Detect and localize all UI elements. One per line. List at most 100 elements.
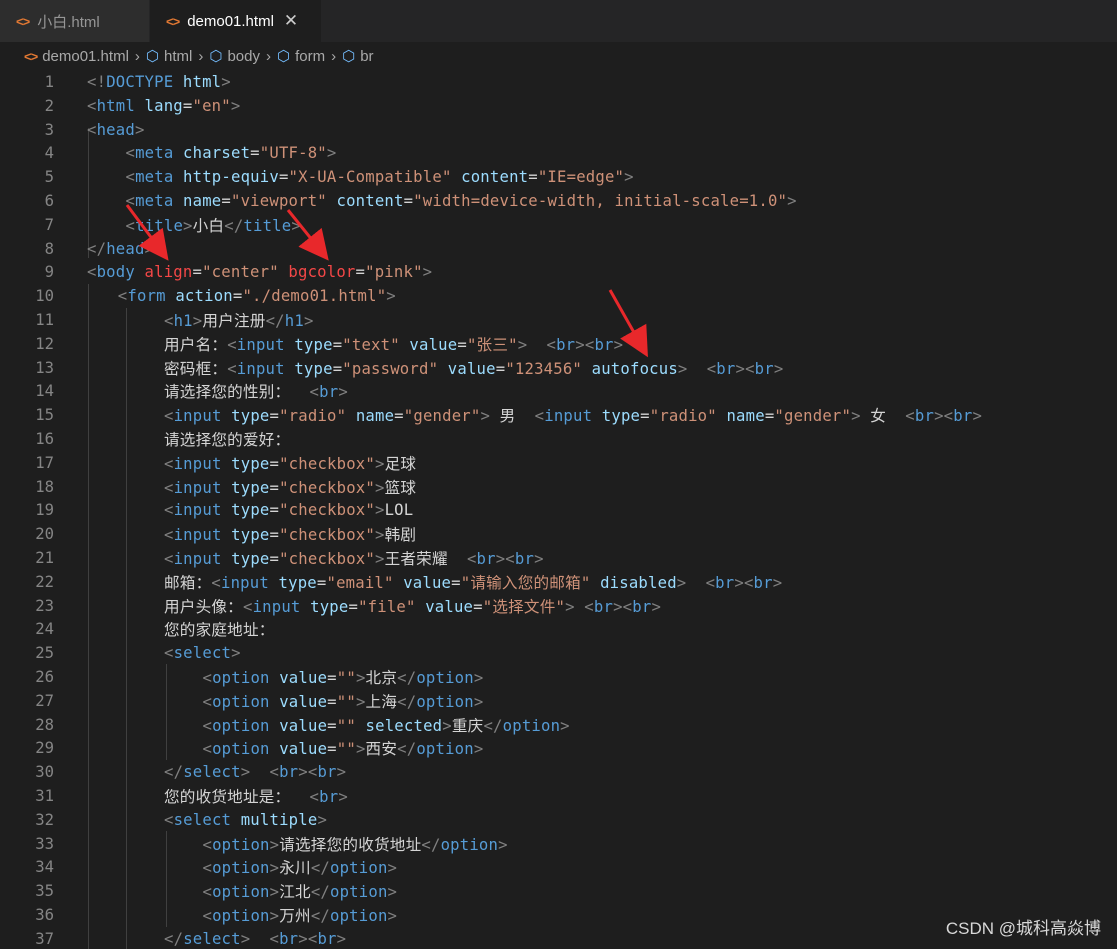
code-token: < <box>164 501 174 520</box>
code-token: = <box>182 96 193 115</box>
code-line[interactable]: 5 <meta http-equiv="X-UA-Compatible" cont… <box>0 165 1117 189</box>
tab-demo01-html[interactable]: <> demo01.html ✕ <box>150 0 322 42</box>
code-line[interactable]: 24 您的家庭地址： <box>0 617 1117 641</box>
breadcrumb-file[interactable]: <> demo01.html <box>24 48 129 65</box>
code-text: <input type="checkbox">韩剧 <box>164 523 416 545</box>
code-token: autofocus <box>591 359 678 378</box>
code-text: <option>江北</option> <box>203 880 398 902</box>
code-line[interactable]: 15 <input type="radio" name="gender"> 男 <… <box>0 403 1117 427</box>
code-line[interactable]: 6 <meta name="viewport" content="width=de… <box>0 189 1117 213</box>
code-line[interactable]: 21 <input type="checkbox">王者荣耀 <br><br> <box>0 546 1117 570</box>
tab-xiaobai-html[interactable]: <> 小白.html <box>0 0 150 42</box>
code-token: = <box>348 597 359 616</box>
code-token: title <box>135 216 184 235</box>
chevron-right-icon: › <box>266 47 271 65</box>
code-token: > <box>772 573 783 592</box>
code-line[interactable]: 25 <select> <box>0 641 1117 665</box>
html-file-icon: <> <box>24 48 38 64</box>
code-line[interactable]: 18 <input type="checkbox">篮球 <box>0 475 1117 499</box>
line-number: 26 <box>35 668 54 686</box>
code-editor[interactable]: 1 <!DOCTYPE html> 2 <html lang="en"> 3 <head>… <box>0 70 1117 949</box>
breadcrumb-br[interactable]: ⬡ br <box>342 47 373 66</box>
code-line[interactable]: 2 <html lang="en"> <box>0 94 1117 118</box>
code-token: head <box>96 120 135 139</box>
code-line[interactable]: 35 <option>江北</option> <box>0 879 1117 903</box>
code-token: 万州 <box>279 907 311 925</box>
code-token: = <box>327 692 337 711</box>
code-text: <form action="./demo01.html"> <box>118 287 396 305</box>
code-line[interactable]: 7 <title>小白</title> <box>0 213 1117 237</box>
code-line[interactable]: 16 请选择您的爱好： <box>0 427 1117 451</box>
code-line[interactable]: 26 <option value="">北京</option> <box>0 665 1117 689</box>
code-line[interactable]: 10 <form action="./demo01.html"> <box>0 284 1117 308</box>
code-text: <meta charset="UTF-8"> <box>126 144 337 162</box>
element-cube-icon: ⬡ <box>209 48 223 65</box>
code-line[interactable]: 29 <option value="">西安</option> <box>0 736 1117 760</box>
code-token: > <box>387 859 398 878</box>
code-line[interactable]: 3 <head> <box>0 118 1117 142</box>
code-token: type <box>231 550 270 568</box>
code-line[interactable]: 33 <option>请选择您的收货地址</option> <box>0 832 1117 856</box>
code-token: < <box>164 312 174 330</box>
code-token: 西安 <box>365 740 398 759</box>
code-token: name <box>355 407 395 426</box>
code-token: content <box>461 168 529 187</box>
code-line[interactable]: 14 请选择您的性别： <br> <box>0 379 1117 403</box>
line-number: 29 <box>35 739 54 758</box>
code-token: 小白 <box>192 216 225 235</box>
code-token: < <box>227 335 237 354</box>
line-number: 4 <box>44 144 54 163</box>
code-line[interactable]: 1 <!DOCTYPE html> <box>0 70 1117 94</box>
code-text: 用户头像：<input type="file" value="选择文件"> <b… <box>164 595 661 617</box>
code-token: > <box>291 216 301 235</box>
code-token: option <box>212 669 270 687</box>
code-line[interactable]: 23 用户头像：<input type="file" value="选择文件"> … <box>0 594 1117 618</box>
code-line[interactable]: 30 </select> <br><br> <box>0 760 1117 784</box>
code-token: = <box>640 407 650 426</box>
code-token: select <box>183 763 241 782</box>
code-text: 请选择您的性别： <br> <box>164 380 348 402</box>
code-line[interactable]: 20 <input type="checkbox">韩剧 <box>0 522 1117 546</box>
code-line[interactable]: 17 <input type="checkbox">足球 <box>0 451 1117 475</box>
code-token: </ <box>310 907 330 925</box>
code-line[interactable]: 12 用户名：<input type="text" value="张三"> <br… <box>0 332 1117 356</box>
code-token: > <box>560 716 570 735</box>
breadcrumb-body[interactable]: ⬡ body <box>209 47 260 66</box>
code-token: input <box>236 359 285 378</box>
line-number: 34 <box>35 858 54 877</box>
code-text: 您的收货地址是： <br> <box>164 785 348 807</box>
breadcrumb-html[interactable]: ⬡ html <box>146 47 192 66</box>
code-token: = <box>457 335 467 354</box>
code-line[interactable]: 28 <option value="" selected>重庆</option> <box>0 713 1117 737</box>
code-line[interactable]: 4 <meta charset="UTF-8"> <box>0 141 1117 165</box>
code-line[interactable]: 11 <h1>用户注册</h1> <box>0 308 1117 332</box>
code-line[interactable]: 31 您的收货地址是： <br> <box>0 784 1117 808</box>
code-text: </head> <box>87 240 154 258</box>
chevron-right-icon: › <box>198 47 204 65</box>
code-token: > <box>473 692 484 711</box>
code-line[interactable]: 27 <option value="">上海</option> <box>0 689 1117 713</box>
code-line[interactable]: 34 <option>永川</option> <box>0 855 1117 879</box>
code-line[interactable]: 8 </head> <box>0 237 1117 261</box>
close-icon[interactable]: ✕ <box>284 11 298 31</box>
code-line[interactable]: 19 <input type="checkbox">LOL <box>0 498 1117 522</box>
line-number: 14 <box>35 382 54 401</box>
code-token: > <box>473 740 484 759</box>
code-token: < <box>87 263 97 282</box>
code-token: option <box>212 907 270 925</box>
code-token: >< <box>575 335 595 354</box>
code-token: meta <box>135 144 174 163</box>
code-line[interactable]: 22 邮箱：<input type="email" value="请输入您的邮箱"… <box>0 570 1117 594</box>
code-line[interactable]: 13 密码框：<input type="password" value="1234… <box>0 356 1117 380</box>
code-line[interactable]: 32 <select multiple> <box>0 808 1117 832</box>
code-line[interactable]: 9 <body align="center" bgcolor="pink"> <box>0 260 1117 284</box>
code-token: = <box>764 407 775 426</box>
breadcrumb-form[interactable]: ⬡ form <box>277 47 325 66</box>
line-number: 13 <box>35 358 54 377</box>
